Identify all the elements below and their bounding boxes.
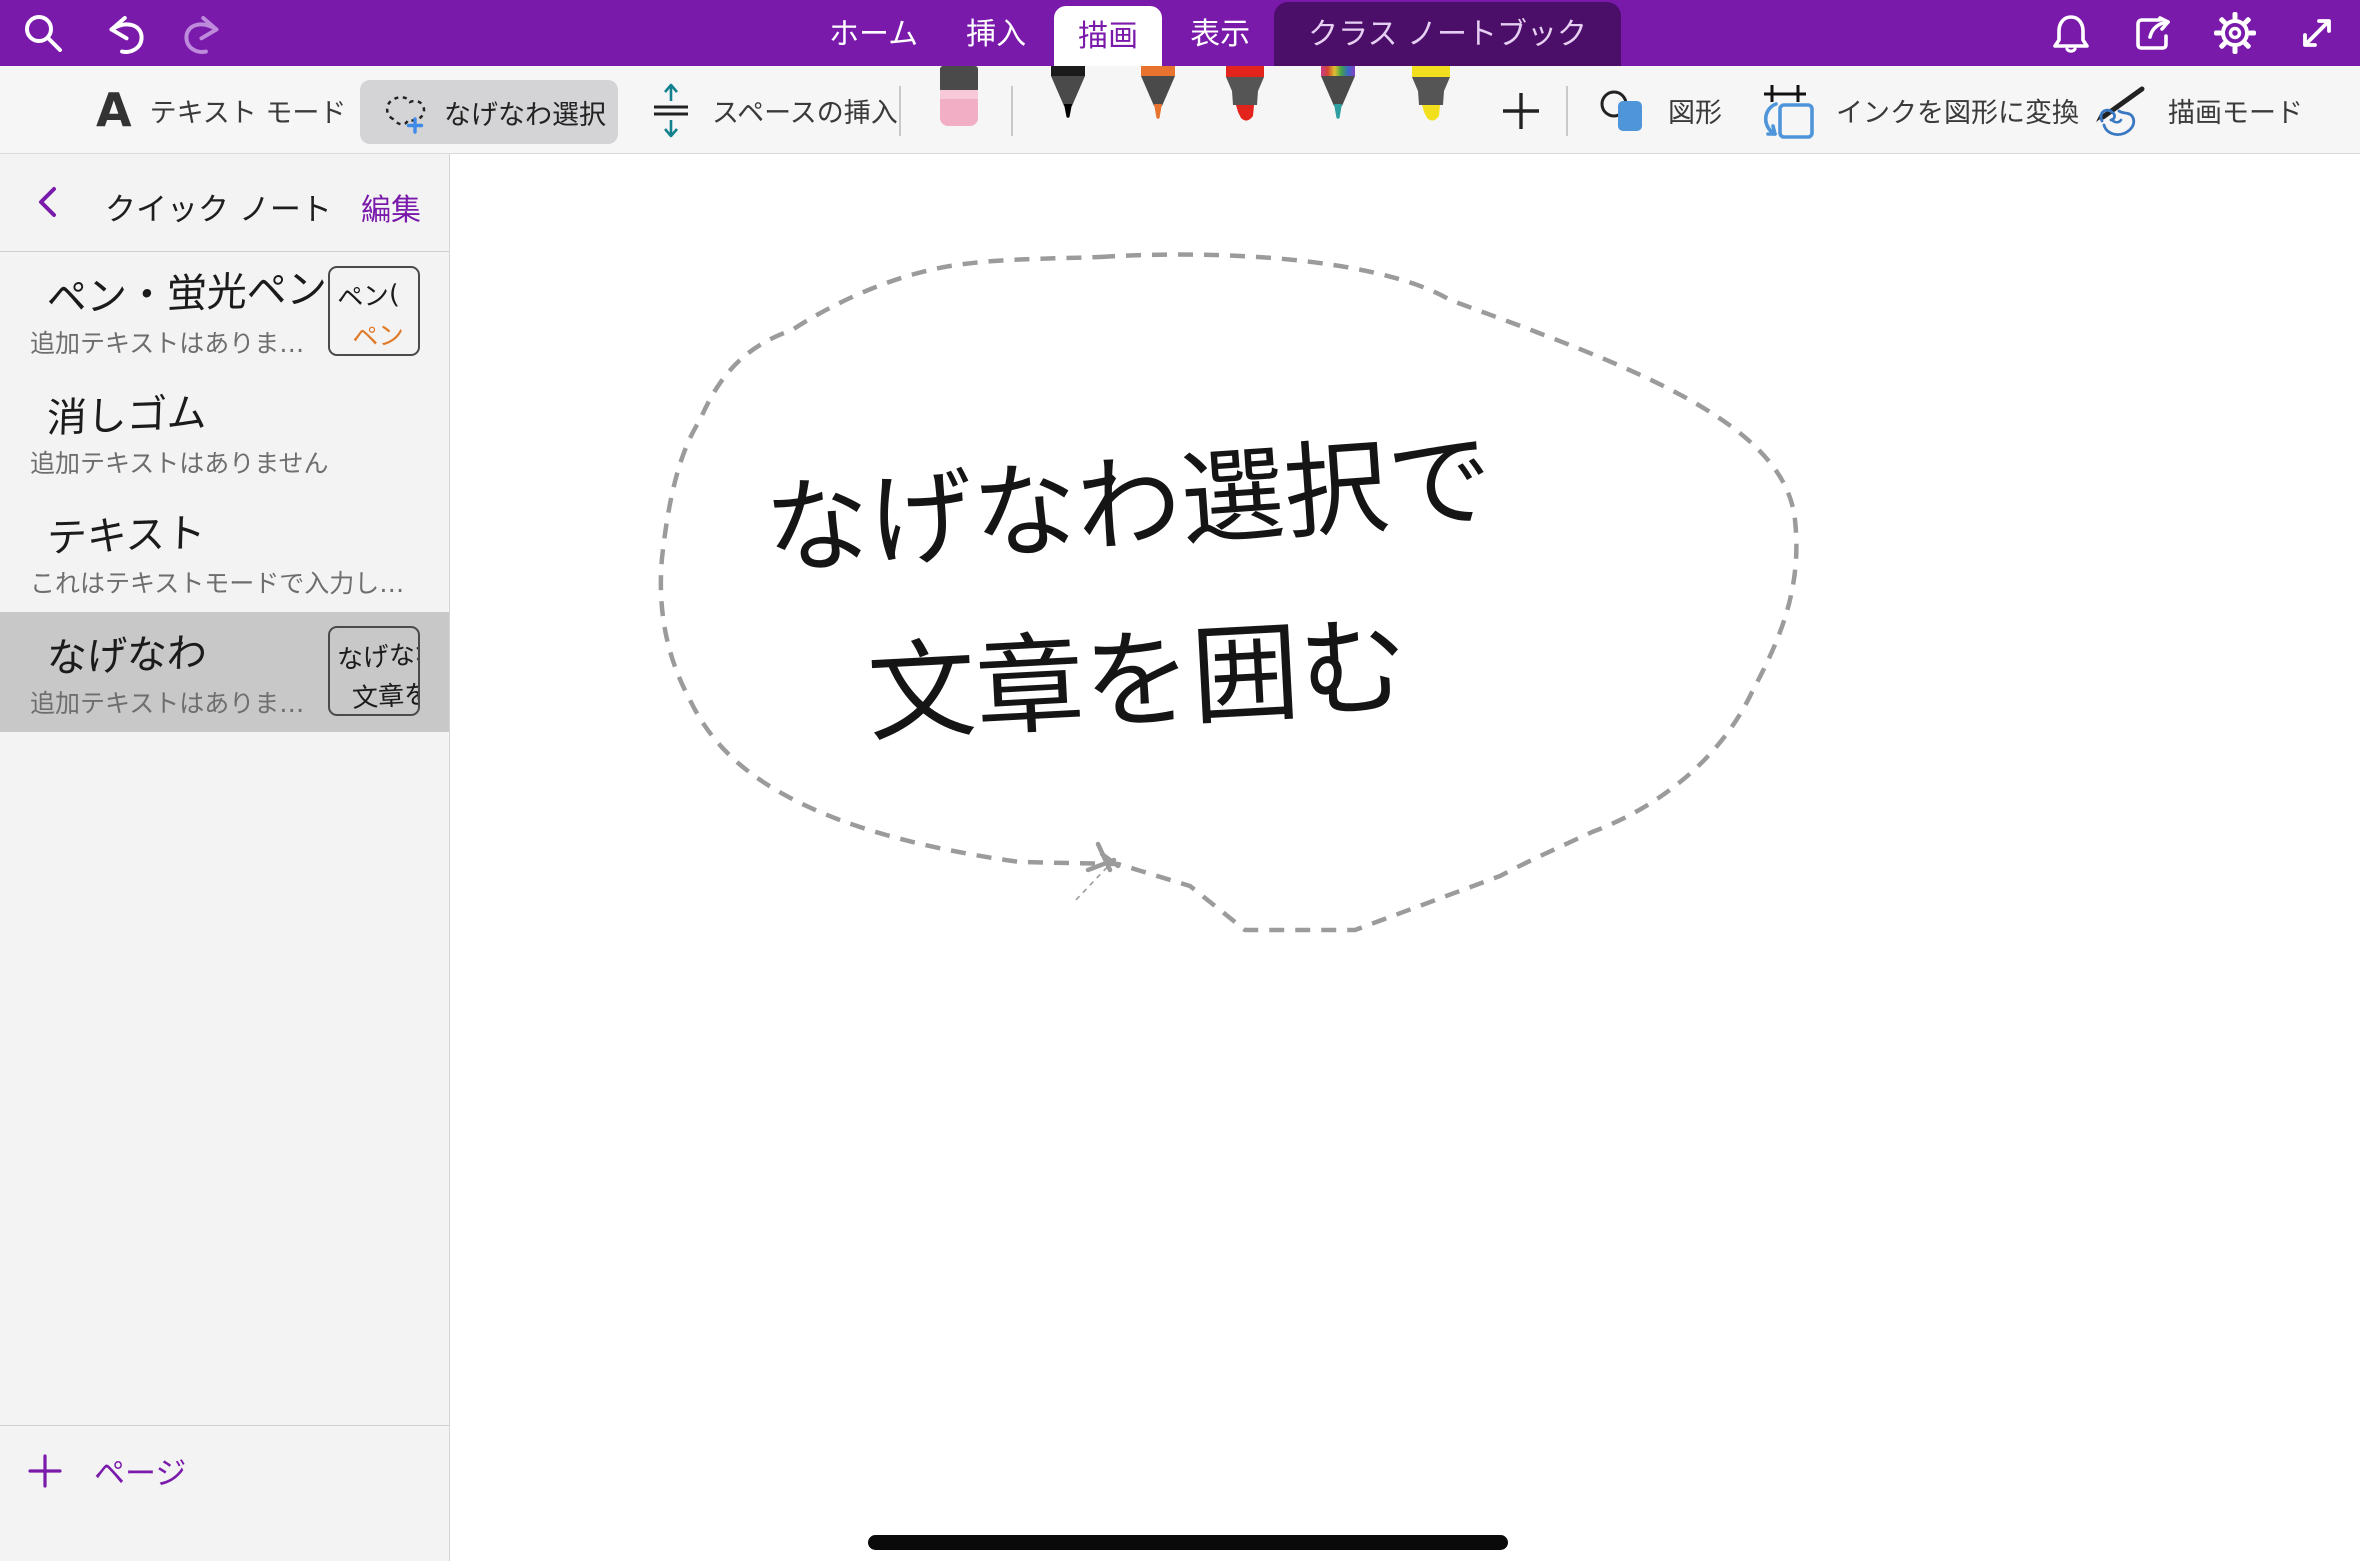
ribbon-tabs: ホーム 挿入 描画 表示 クラス ノートブック (805, 0, 1621, 66)
page-item-text[interactable]: テキスト これはテキストモードで入力し… (0, 492, 449, 612)
lasso-select-button[interactable]: なげなわ選択 (360, 80, 618, 144)
add-page-button[interactable]: ページ (26, 1448, 186, 1493)
notifications-bell-icon[interactable] (2048, 10, 2094, 56)
page-item-lasso-selected[interactable]: なげなわ 追加テキストはありま… なげなわ 文章を (0, 612, 449, 732)
page-thumbnail: なげなわ 文章を (328, 626, 420, 716)
pen-black-tool[interactable] (1042, 66, 1094, 128)
lasso-select-label: なげなわ選択 (444, 93, 606, 132)
insert-space-label: スペースの挿入 (712, 91, 898, 130)
page-item-pen-highlighter[interactable]: ペン・蛍光ペン 追加テキストはありま… ペン( ペン (0, 252, 449, 372)
pen-orange-tool[interactable] (1132, 66, 1184, 128)
undo-icon[interactable] (100, 10, 146, 56)
settings-gear-icon[interactable] (2212, 10, 2258, 56)
onenote-app: ホーム 挿入 描画 表示 クラス ノートブック (0, 0, 2360, 1561)
notebook-section-title: クイック ノート (105, 184, 332, 229)
ink-handwriting-line-1[interactable]: なげなわ選択で (761, 418, 1496, 590)
redo-icon[interactable] (182, 10, 228, 56)
text-mode-label: テキスト モード (150, 91, 347, 130)
note-canvas[interactable]: なげなわ選択で 文章を囲む (450, 154, 2360, 1561)
ink-to-shape-label: インクを図形に変換 (1836, 91, 2079, 130)
thumb-ink-line: ペン (351, 315, 405, 355)
page-list-sidebar: クイック ノート 編集 ペン・蛍光ペン 追加テキストはありま… ペン( ペン 消… (0, 154, 450, 1561)
insert-space-button[interactable]: スペースの挿入 (648, 77, 898, 143)
tab-home[interactable]: ホーム (805, 0, 942, 66)
draw-mode-label: 描画モード (2168, 91, 2303, 130)
sidebar-header: クイック ノート 編集 (0, 154, 449, 252)
ink-to-shape-button[interactable]: インクを図形に変換 (1756, 77, 2079, 143)
sidebar-footer: ページ (0, 1425, 449, 1561)
page-title-ink: 消しゴム (46, 380, 208, 444)
page-title-ink: なげなわ (46, 620, 208, 684)
tab-draw[interactable]: 描画 (1054, 6, 1162, 66)
lasso-start-knot (1074, 844, 1118, 902)
draw-mode-button[interactable]: 描画モード (2088, 77, 2303, 143)
tab-view[interactable]: 表示 (1166, 0, 1274, 66)
page-title-ink: テキスト (46, 500, 207, 564)
search-icon[interactable] (20, 10, 66, 56)
thumb-ink-line: 文章を (351, 674, 420, 715)
lasso-selection-outline[interactable] (661, 255, 1797, 930)
text-mode-button[interactable]: A テキスト モード (96, 77, 346, 143)
shapes-icon (1598, 84, 1650, 136)
ink-layer: なげなわ選択で 文章を囲む (450, 154, 2360, 1561)
share-icon[interactable] (2130, 10, 2176, 56)
page-subtitle: 追加テキストはありま… (30, 684, 304, 720)
ink-handwriting-line-2[interactable]: 文章を囲む (865, 605, 1411, 758)
back-chevron-icon[interactable] (30, 182, 70, 222)
tab-class-notebook[interactable]: クラス ノートブック (1274, 2, 1621, 66)
thumb-ink-line: なげなわ (336, 632, 420, 676)
add-pen-plus-icon[interactable] (1498, 88, 1544, 134)
insert-space-icon (648, 81, 694, 139)
top-app-bar: ホーム 挿入 描画 表示 クラス ノートブック (0, 0, 2360, 66)
add-page-label: ページ (94, 1448, 186, 1493)
home-indicator[interactable] (868, 1535, 1508, 1550)
toolbar-separator (1566, 86, 1568, 136)
tab-insert[interactable]: 挿入 (942, 0, 1050, 66)
toolbar-separator (899, 86, 901, 136)
shapes-label: 図形 (1668, 91, 1722, 130)
lasso-icon (380, 88, 430, 136)
fullscreen-expand-icon[interactable] (2294, 10, 2340, 56)
text-mode-a-icon: A (96, 87, 132, 133)
shapes-button[interactable]: 図形 (1598, 77, 1722, 143)
topbar-right-icons (2048, 10, 2340, 56)
thumb-ink-line: ペン( (336, 274, 401, 315)
add-page-plus-icon (26, 1452, 64, 1490)
edit-button[interactable]: 編集 (361, 185, 421, 229)
page-subtitle: 追加テキストはありま… (30, 324, 304, 360)
pen-rainbow-tool[interactable] (1312, 66, 1364, 128)
page-item-eraser[interactable]: 消しゴム 追加テキストはありません (0, 372, 449, 492)
draw-mode-hand-pen-icon (2088, 81, 2150, 139)
draw-toolbar: A テキスト モード なげなわ選択 スペースの挿入 (0, 66, 2360, 154)
page-title-ink: ペン・蛍光ペン (46, 256, 328, 324)
page-subtitle: 追加テキストはありません (30, 444, 329, 480)
page-thumbnail: ペン( ペン (328, 266, 420, 356)
page-subtitle: これはテキストモードで入力し… (30, 564, 404, 600)
toolbar-separator (1011, 86, 1013, 136)
highlighter-red-tool[interactable] (1219, 66, 1271, 128)
highlighter-yellow-tool[interactable] (1405, 66, 1457, 128)
eraser-tool[interactable] (934, 66, 984, 128)
ink-to-shape-icon (1756, 78, 1818, 142)
